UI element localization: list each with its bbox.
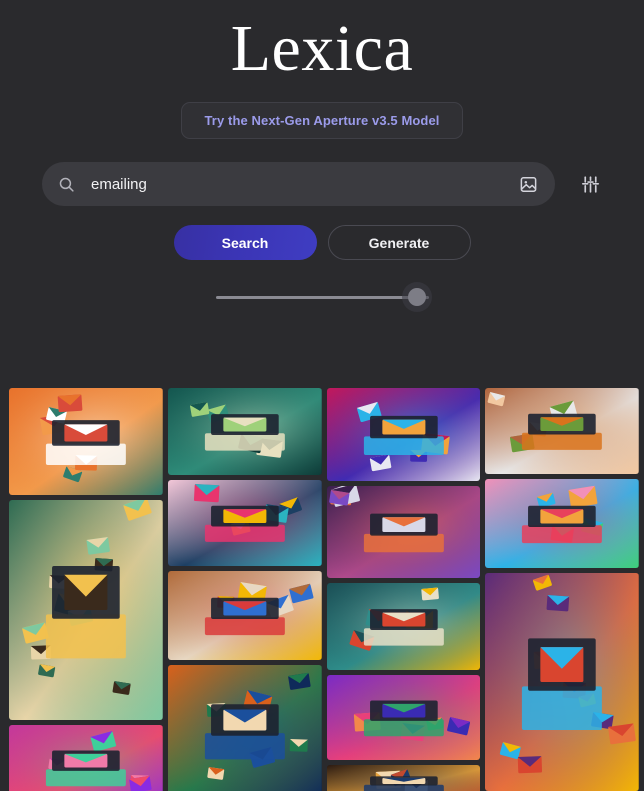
image-icon[interactable] [515,171,541,197]
image-gallery [9,388,639,791]
gallery-column [326,388,481,791]
gallery-image-tile[interactable] [167,571,322,660]
slider-thumb[interactable] [401,282,432,312]
generate-button[interactable]: Generate [327,225,471,260]
promo-banner-row: Try the Next-Gen Aperture v3.5 Model [0,102,644,139]
gallery-column [485,388,639,791]
gallery-image-tile[interactable] [326,388,481,481]
gallery-image-tile[interactable] [326,583,481,670]
gallery-image-tile[interactable] [167,480,322,566]
search-bar[interactable] [42,162,555,206]
gallery-image-tile[interactable] [9,500,163,720]
site-logo: Lexica [230,12,414,85]
search-button[interactable]: Search [173,225,317,260]
gallery-image-tile[interactable] [167,388,322,475]
gallery-image-tile[interactable] [485,388,639,474]
promo-banner-button[interactable]: Try the Next-Gen Aperture v3.5 Model [181,102,463,139]
gallery-image-tile[interactable] [9,725,163,791]
size-slider[interactable] [215,282,432,312]
gallery-image-tile[interactable] [326,486,481,578]
lexica-page: Lexica Try the Next-Gen Aperture v3.5 Mo… [0,0,644,791]
gallery-image-tile[interactable] [326,675,481,760]
gallery-column [9,388,163,791]
slider-row [0,282,644,312]
gallery-image-tile[interactable] [485,479,639,568]
search-row [0,162,644,206]
search-icon [58,176,75,193]
gallery-image-tile[interactable] [167,665,322,791]
gallery-image-tile[interactable] [326,765,481,791]
sliders-icon[interactable] [573,167,607,201]
action-buttons: Search Generate [0,225,644,260]
gallery-image-tile[interactable] [9,388,163,495]
slider-track [215,295,429,299]
search-input[interactable] [91,175,515,193]
gallery-image-tile[interactable] [485,573,639,791]
gallery-column [167,388,322,791]
